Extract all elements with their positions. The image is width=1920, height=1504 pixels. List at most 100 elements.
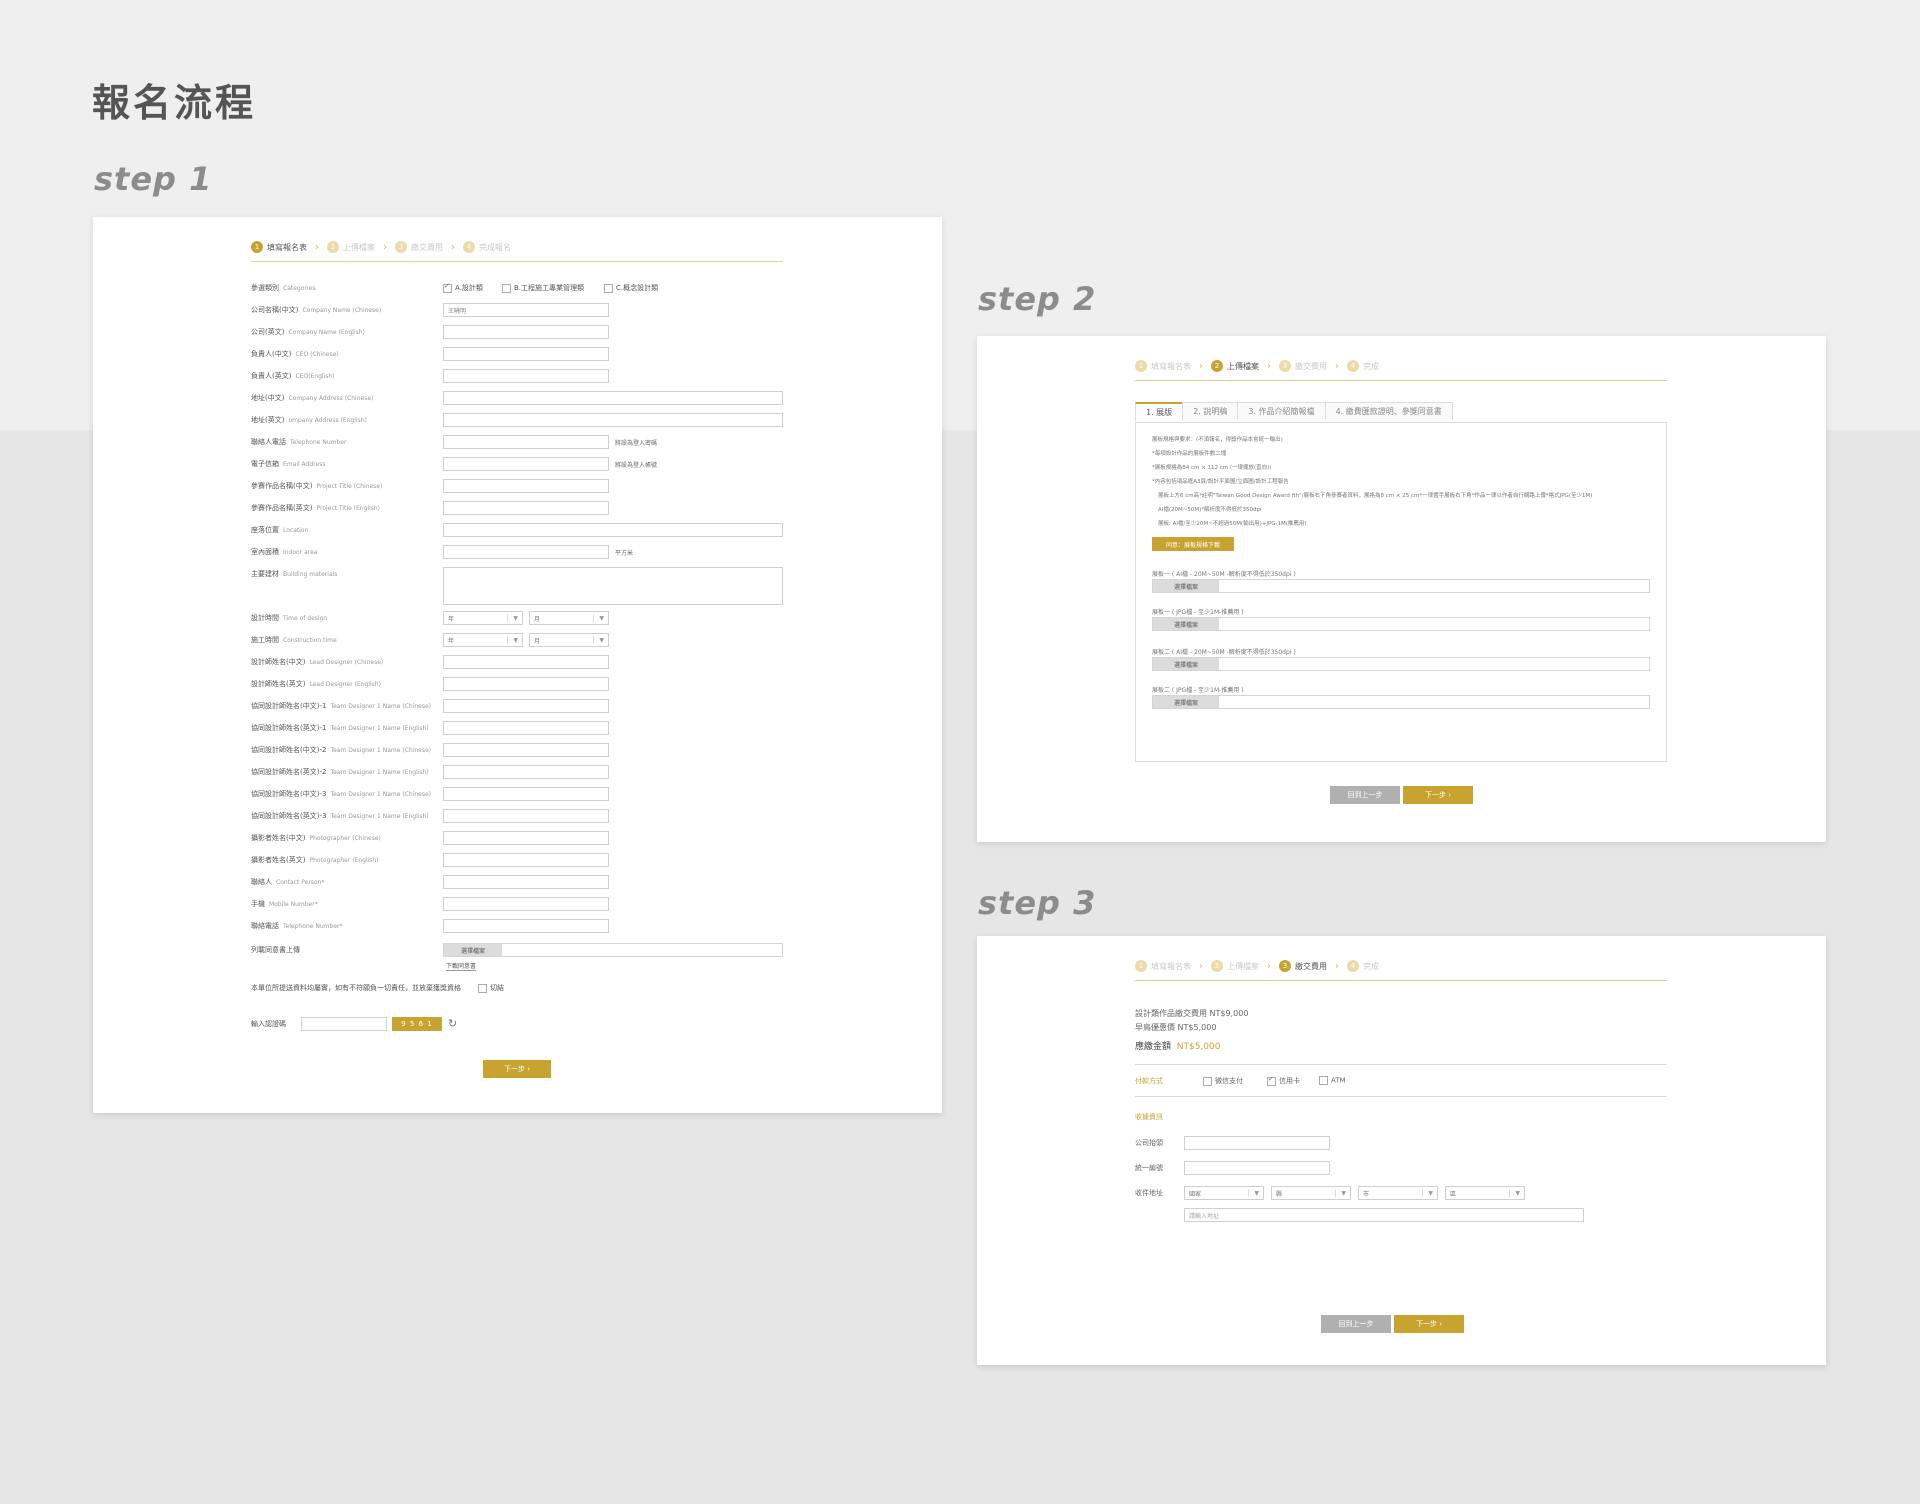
text-input[interactable] bbox=[443, 765, 609, 779]
upload-field-1[interactable]: 選擇檔案 bbox=[1152, 579, 1650, 593]
text-input[interactable] bbox=[443, 479, 609, 493]
form-row: 地址(中文) Company Address (Chinese) bbox=[93, 391, 942, 407]
country-select[interactable]: 國家 ▼ bbox=[1184, 1186, 1264, 1200]
text-input[interactable] bbox=[443, 721, 609, 735]
text-input[interactable] bbox=[443, 831, 609, 845]
download-consent-link[interactable]: 下載同意書 bbox=[446, 961, 477, 971]
design-month-select[interactable]: 月 ▼ bbox=[529, 611, 609, 625]
text-input[interactable] bbox=[443, 655, 609, 669]
tax-id-input[interactable] bbox=[1184, 1161, 1330, 1175]
field-label: 地址(中文) Company Address (Chinese) bbox=[251, 394, 374, 402]
page-title: 報名流程 bbox=[92, 81, 257, 125]
form-row: 設計師姓名(英文) Lead Designer (English) bbox=[93, 677, 942, 693]
back-button[interactable]: 回到上一步 bbox=[1330, 786, 1400, 804]
upload-field-2[interactable]: 選擇檔案 bbox=[1152, 617, 1650, 631]
declaration-checkbox[interactable]: 切結 bbox=[478, 983, 504, 993]
company-title-input[interactable] bbox=[1184, 1136, 1330, 1150]
text-input[interactable] bbox=[443, 809, 609, 823]
caret-down-icon: ▼ bbox=[599, 637, 604, 644]
captcha-code: 9 5 6 1 bbox=[392, 1017, 442, 1031]
field-label: 聯絡人 Contact Person* bbox=[251, 878, 325, 886]
text-input[interactable] bbox=[443, 391, 783, 405]
tab-panel: 展板規格與要求：(不須報名，得獎作品本會統一輸出) *每項設計作品的展板件數二塊… bbox=[1135, 422, 1667, 762]
tab-payment-proof[interactable]: 4. 繳費匯款證明、參獎同意書 bbox=[1324, 402, 1453, 420]
form-row: 聯絡人電話 Telephone Number 將設為登入密碼 bbox=[93, 435, 942, 451]
checkbox-icon[interactable] bbox=[443, 282, 452, 293]
download-spec-button[interactable]: 同意：展板規格下載 bbox=[1152, 537, 1234, 551]
back-button[interactable]: 回到上一步 bbox=[1321, 1315, 1391, 1333]
text-input[interactable] bbox=[443, 413, 783, 427]
category-option-a[interactable]: A.設計類 bbox=[443, 282, 483, 293]
upload-field-3[interactable]: 選擇檔案 bbox=[1152, 657, 1650, 671]
choose-file-button[interactable]: 選擇檔案 bbox=[1153, 696, 1219, 708]
consent-upload-field[interactable]: 選擇檔案 bbox=[443, 943, 783, 957]
field-label: 室內面積 Indoor area bbox=[251, 548, 318, 556]
text-input[interactable] bbox=[443, 545, 609, 559]
tab-description[interactable]: 2. 說明稿 bbox=[1182, 402, 1239, 420]
construction-time-label: 施工時間 Construction time bbox=[251, 636, 337, 644]
text-input[interactable] bbox=[443, 919, 609, 933]
captcha-input[interactable] bbox=[301, 1017, 387, 1031]
text-input[interactable] bbox=[443, 787, 609, 801]
text-input[interactable] bbox=[443, 699, 609, 713]
text-input[interactable] bbox=[443, 677, 609, 691]
next-button[interactable]: 下一步 › bbox=[1394, 1315, 1464, 1333]
next-button[interactable]: 下一步 › bbox=[1403, 786, 1473, 804]
form-row: 協同設計師姓名(中文)-1 Team Designer 1 Name (Chine… bbox=[93, 699, 942, 715]
choose-file-button[interactable]: 選擇檔案 bbox=[444, 944, 502, 956]
spec-line-5: 展板上方6 cm高*註明"Taiwan Good Design Award ft… bbox=[1158, 493, 1593, 499]
checkbox-icon[interactable] bbox=[1203, 1076, 1212, 1086]
text-input[interactable] bbox=[443, 897, 609, 911]
payment-option-credit-card[interactable]: 信用卡 bbox=[1267, 1075, 1300, 1086]
form-row: 電子信箱 Email Address 將設為登入帳號 bbox=[93, 457, 942, 473]
county-select[interactable]: 縣 ▼ bbox=[1271, 1186, 1351, 1200]
chevron-right-icon: › bbox=[1267, 360, 1271, 372]
field-label: 協同設計師姓名(英文)-2 Team Designer 1 Name (Engli… bbox=[251, 768, 429, 776]
checkbox-icon[interactable] bbox=[604, 283, 613, 293]
district-select[interactable]: 區 ▼ bbox=[1445, 1186, 1525, 1200]
text-input[interactable]: 王曉明 bbox=[443, 303, 609, 317]
upload-field-4[interactable]: 選擇檔案 bbox=[1152, 695, 1650, 709]
choose-file-button[interactable]: 選擇檔案 bbox=[1153, 658, 1219, 670]
category-option-c[interactable]: C.概念設計類 bbox=[604, 283, 658, 293]
checkbox-icon[interactable] bbox=[1267, 1075, 1276, 1086]
form-row: 協同設計師姓名(中文)-3 Team Designer 1 Name (Chine… bbox=[93, 787, 942, 803]
text-input[interactable] bbox=[443, 325, 609, 339]
tab-exhibition-board[interactable]: 1. 展版 bbox=[1135, 402, 1184, 421]
text-input[interactable] bbox=[443, 457, 609, 471]
materials-textarea[interactable] bbox=[443, 567, 783, 605]
form-row: 參賽作品名稱(英文) Project Title (English) bbox=[93, 501, 942, 517]
refresh-icon[interactable]: ↻ bbox=[448, 1017, 457, 1030]
choose-file-button[interactable]: 選擇檔案 bbox=[1153, 580, 1219, 592]
address-label: 收件地址 bbox=[1135, 1189, 1163, 1197]
choose-file-button[interactable]: 選擇檔案 bbox=[1153, 618, 1219, 630]
chevron-right-icon: › bbox=[383, 241, 387, 253]
address-input[interactable]: 請輸入地址 bbox=[1184, 1208, 1584, 1222]
text-input[interactable] bbox=[443, 347, 609, 361]
checkbox-icon[interactable] bbox=[478, 983, 487, 993]
checkbox-icon[interactable] bbox=[1319, 1076, 1328, 1085]
design-year-select[interactable]: 年 ▼ bbox=[443, 611, 523, 625]
construction-month-select[interactable]: 月 ▼ bbox=[529, 633, 609, 647]
city-select[interactable]: 市 ▼ bbox=[1358, 1186, 1438, 1200]
text-input[interactable] bbox=[443, 523, 783, 537]
text-input[interactable] bbox=[443, 853, 609, 867]
category-option-b[interactable]: B.工程施工專業管理類 bbox=[502, 283, 584, 293]
text-input[interactable] bbox=[443, 875, 609, 889]
chevron-right-icon: › bbox=[1335, 960, 1339, 972]
design-time-row: 設計時間 Time of design 年 ▼ 月 ▼ bbox=[93, 611, 942, 627]
tab-presentation[interactable]: 3. 作品介紹簡報檔 bbox=[1237, 402, 1326, 420]
payment-option-wechat[interactable]: 微信支付 bbox=[1203, 1076, 1243, 1086]
text-input[interactable] bbox=[443, 501, 609, 515]
field-label: 協同設計師姓名(中文)-1 Team Designer 1 Name (Chine… bbox=[251, 702, 431, 710]
construction-year-select[interactable]: 年 ▼ bbox=[443, 633, 523, 647]
payment-option-atm[interactable]: ATM bbox=[1319, 1076, 1346, 1085]
step-3-label: step 3 bbox=[978, 884, 1097, 922]
text-input[interactable] bbox=[443, 743, 609, 757]
captcha-label: 輸入認證碼 bbox=[251, 1020, 286, 1028]
checkbox-icon[interactable] bbox=[502, 283, 511, 293]
divider bbox=[1135, 1096, 1667, 1097]
text-input[interactable] bbox=[443, 435, 609, 449]
text-input[interactable] bbox=[443, 369, 609, 383]
next-button[interactable]: 下一步 › bbox=[483, 1060, 551, 1078]
